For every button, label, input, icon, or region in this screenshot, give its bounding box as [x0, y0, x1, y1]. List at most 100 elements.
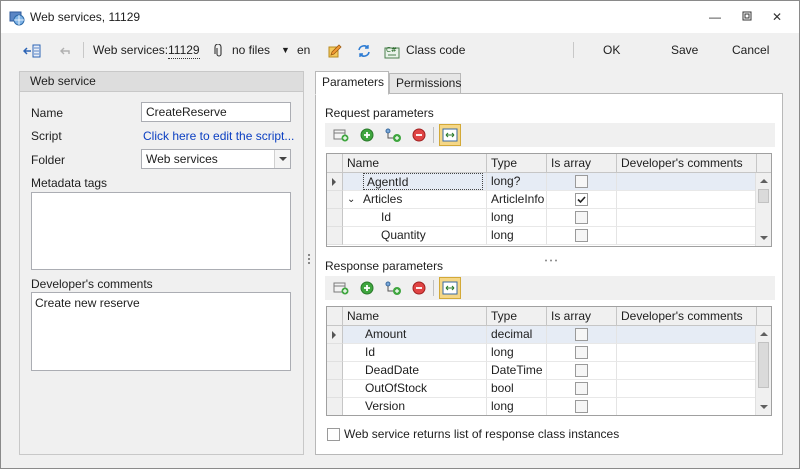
response-header-type[interactable]: Type [487, 307, 547, 326]
cell-type[interactable]: long [487, 227, 547, 245]
cell-name[interactable]: DeadDate [343, 362, 487, 380]
back-to-list-icon[interactable] [22, 41, 41, 59]
scroll-down-arrow-icon[interactable] [760, 236, 768, 240]
table-row[interactable]: Amount decimal [327, 326, 757, 344]
is-array-checkbox-checked[interactable] [575, 193, 588, 206]
cell-type[interactable]: decimal [487, 326, 547, 344]
panel-splitter-handle[interactable] [308, 254, 311, 268]
minimize-icon[interactable]: — [706, 9, 724, 25]
fit-columns-icon[interactable] [439, 124, 461, 146]
folder-dropdown-arrow-icon[interactable] [274, 150, 290, 168]
language-selector[interactable]: en [297, 41, 310, 59]
cell-name[interactable]: Amount [343, 326, 487, 344]
grid-splitter-handle[interactable] [542, 251, 562, 262]
cell-name[interactable]: Id [343, 344, 487, 362]
is-array-checkbox[interactable] [575, 229, 588, 242]
table-row[interactable]: DeadDate DateTime [327, 362, 757, 380]
delete-icon[interactable] [411, 280, 427, 296]
cell-name[interactable]: Version [343, 398, 487, 415]
is-array-checkbox[interactable] [575, 175, 588, 188]
scroll-thumb[interactable] [758, 342, 769, 388]
edit-script-link[interactable]: Click here to edit the script... [143, 129, 294, 143]
scroll-up-arrow-icon[interactable] [760, 179, 768, 183]
returns-list-checkbox[interactable] [327, 428, 340, 441]
refresh-icon[interactable] [356, 41, 372, 59]
files-dropdown-arrow-icon[interactable]: ▼ [281, 41, 290, 59]
cell-comments[interactable] [617, 209, 757, 227]
returns-list-label[interactable]: Web service returns list of response cla… [344, 427, 619, 441]
table-row[interactable]: AgentId long? [327, 173, 757, 191]
class-code-button[interactable]: Class code [406, 41, 465, 59]
attachment-icon[interactable] [214, 41, 224, 59]
table-row[interactable]: ⌄ Articles ArticleInfo [327, 191, 757, 209]
cell-comments[interactable] [617, 227, 757, 245]
cancel-button[interactable]: Cancel [732, 41, 769, 59]
cell-comments[interactable] [617, 398, 757, 415]
table-row[interactable]: Quantity long [327, 227, 757, 245]
save-button[interactable]: Save [671, 41, 698, 59]
add-parameter-icon[interactable] [333, 127, 349, 143]
is-array-checkbox[interactable] [575, 382, 588, 395]
table-row[interactable]: Id long [327, 344, 757, 362]
cell-type[interactable]: long? [487, 173, 547, 191]
class-code-icon[interactable]: C# [384, 41, 402, 59]
is-array-checkbox[interactable] [575, 346, 588, 359]
add-parameter-icon[interactable] [333, 280, 349, 296]
request-header-name[interactable]: Name [343, 154, 487, 173]
add-icon[interactable] [359, 127, 375, 143]
request-header-comments[interactable]: Developer's comments [617, 154, 757, 173]
cell-comments[interactable] [617, 380, 757, 398]
scroll-down-arrow-icon[interactable] [760, 405, 768, 409]
request-header-type[interactable]: Type [487, 154, 547, 173]
cell-type[interactable]: long [487, 344, 547, 362]
scroll-thumb[interactable] [758, 189, 769, 203]
cell-comments[interactable] [617, 191, 757, 209]
cell-comments[interactable] [617, 344, 757, 362]
undo-arrow-icon[interactable] [59, 41, 71, 59]
is-array-checkbox[interactable] [575, 364, 588, 377]
delete-icon[interactable] [411, 127, 427, 143]
response-grid-scrollbar[interactable] [755, 326, 771, 415]
edit-pencil-icon[interactable] [327, 41, 343, 59]
cell-comments[interactable] [617, 326, 757, 344]
cell-name[interactable]: OutOfStock [343, 380, 487, 398]
files-dropdown[interactable]: no files [232, 41, 270, 59]
cell-name[interactable]: Articles [363, 191, 402, 208]
cell-name[interactable]: AgentId [363, 173, 483, 190]
response-header-name[interactable]: Name [343, 307, 487, 326]
cell-type[interactable]: ArticleInfo [487, 191, 547, 209]
developer-comments-textarea[interactable]: Create new reserve [31, 292, 291, 371]
table-row[interactable]: OutOfStock bool [327, 380, 757, 398]
cell-comments[interactable] [617, 362, 757, 380]
scroll-up-arrow-icon[interactable] [760, 332, 768, 336]
name-input[interactable]: CreateReserve [141, 102, 291, 122]
table-row[interactable]: Id long [327, 209, 757, 227]
tab-permissions[interactable]: Permissions [389, 73, 461, 94]
cell-name[interactable]: Quantity [381, 227, 426, 244]
ok-button[interactable]: OK [603, 41, 620, 59]
is-array-checkbox[interactable] [575, 400, 588, 413]
collapse-chevron-icon[interactable]: ⌄ [347, 191, 355, 208]
tab-parameters[interactable]: Parameters [315, 71, 389, 95]
is-array-checkbox[interactable] [575, 328, 588, 341]
request-grid-scrollbar[interactable] [755, 173, 771, 246]
add-child-icon[interactable] [385, 280, 401, 296]
maximize-icon[interactable] [738, 9, 756, 25]
table-row[interactable]: Version long [327, 398, 757, 415]
add-child-icon[interactable] [385, 127, 401, 143]
add-icon[interactable] [359, 280, 375, 296]
cell-type[interactable]: long [487, 398, 547, 415]
cell-comments[interactable] [617, 173, 757, 191]
cell-type[interactable]: DateTime [487, 362, 547, 380]
cell-name[interactable]: Id [381, 209, 391, 226]
response-header-is-array[interactable]: Is array [547, 307, 617, 326]
is-array-checkbox[interactable] [575, 211, 588, 224]
close-icon[interactable]: ✕ [768, 9, 786, 25]
folder-select[interactable]: Web services [141, 149, 291, 169]
fit-columns-icon[interactable] [439, 277, 461, 299]
metadata-tags-textarea[interactable] [31, 192, 291, 270]
response-header-comments[interactable]: Developer's comments [617, 307, 757, 326]
cell-type[interactable]: bool [487, 380, 547, 398]
context-id-link[interactable]: 11129 [168, 41, 200, 59]
cell-type[interactable]: long [487, 209, 547, 227]
